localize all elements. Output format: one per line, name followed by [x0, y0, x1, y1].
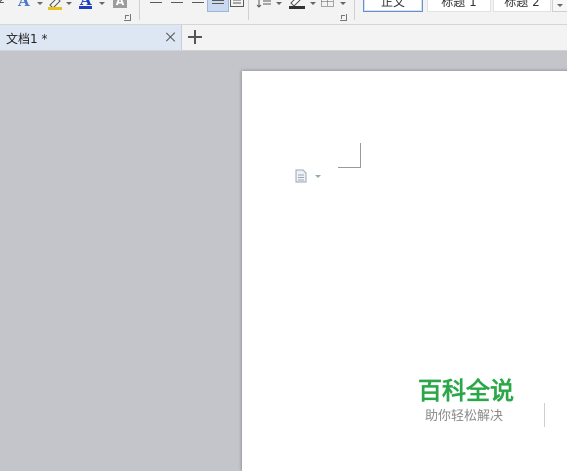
shading-icon[interactable] [288, 0, 306, 9]
watermark-title: 百科全说 [418, 377, 514, 405]
highlight-dropdown-icon[interactable] [66, 2, 72, 5]
align-right-icon[interactable] [192, 0, 204, 6]
distributed-align-icon[interactable] [230, 0, 244, 8]
document-tab-title: 文档1 * [6, 32, 48, 46]
styles-gallery-down-icon [557, 4, 563, 7]
align-left-icon[interactable] [150, 0, 162, 6]
ribbon-separator [248, 0, 249, 20]
text-effect-dropdown-icon[interactable] [37, 2, 43, 5]
highlight-icon[interactable] [47, 0, 63, 10]
borders-icon[interactable] [321, 0, 335, 8]
paragraph-group-launcher-icon[interactable] [340, 14, 347, 21]
document-tab-bar: 文档1 * [0, 25, 567, 51]
line-spacing-icon[interactable] [256, 0, 272, 8]
margin-corner-mark [338, 143, 361, 168]
justify-button[interactable] [207, 0, 229, 12]
paste-options-icon[interactable] [294, 169, 308, 183]
paste-options-dropdown-icon[interactable] [315, 175, 321, 178]
style-heading-2[interactable]: 标题 2 [493, 0, 551, 12]
new-tab-icon[interactable] [187, 29, 203, 45]
styles-gallery-scroll[interactable] [552, 0, 567, 12]
borders-dropdown-icon[interactable] [340, 2, 346, 5]
watermark-subtitle: 助你轻松解决 [425, 409, 504, 424]
shading-dropdown-icon[interactable] [310, 2, 316, 5]
document-workspace: 百科全说 助你轻松解决 [0, 51, 567, 471]
ribbon-separator [139, 0, 140, 20]
font-size-fragment[interactable]: 2 [0, 0, 5, 6]
line-spacing-dropdown-icon[interactable] [276, 2, 282, 5]
ribbon-toolbar: 2 A A A [0, 0, 567, 25]
font-color-dropdown-icon[interactable] [99, 2, 105, 5]
document-tab[interactable]: 文档1 * [0, 25, 182, 50]
font-group-launcher-icon[interactable] [124, 14, 131, 21]
document-page[interactable]: 百科全说 助你轻松解决 [242, 71, 567, 471]
align-center-icon[interactable] [171, 0, 183, 6]
close-tab-icon[interactable] [165, 31, 177, 43]
ribbon-separator [354, 0, 355, 20]
character-shading-icon[interactable]: A [113, 0, 127, 8]
text-effect-icon[interactable]: A [18, 0, 30, 10]
watermark-bracket [542, 403, 545, 427]
style-heading-1[interactable]: 标题 1 [427, 0, 491, 12]
font-color-bar [79, 6, 92, 9]
style-normal[interactable]: 正文 [363, 0, 423, 12]
justify-icon [212, 0, 224, 7]
